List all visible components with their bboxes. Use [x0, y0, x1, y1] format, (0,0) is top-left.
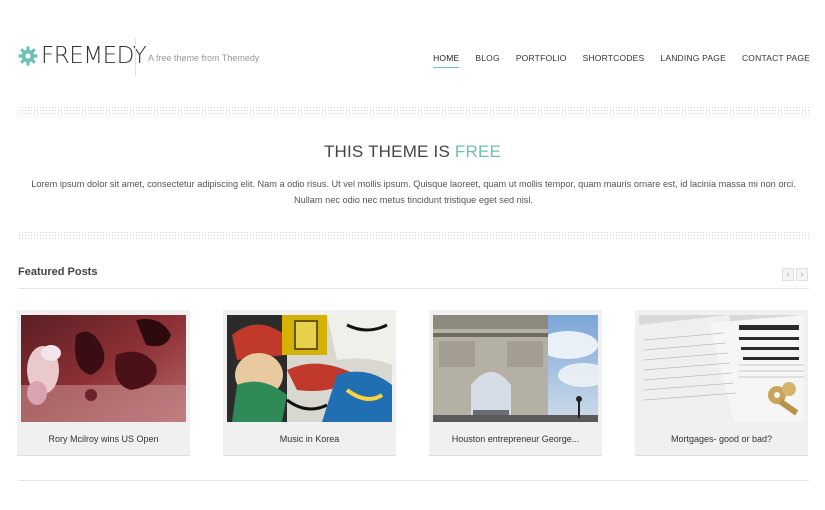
hero-title: THIS THEME IS FREE — [0, 142, 825, 162]
featured-posts-list: Rory Mcilroy wins US Open Music in Korea — [17, 310, 812, 456]
site-header: FREMEDY A free theme from Themedy HOME B… — [18, 38, 810, 78]
post-card[interactable]: Music in Korea — [223, 310, 396, 456]
nav-item-portfolio[interactable]: PORTFOLIO — [516, 53, 567, 68]
hero-text: Lorem ipsum dolor sit amet, consectetur … — [31, 179, 796, 205]
post-card[interactable]: Houston entrepreneur George... — [429, 310, 602, 456]
chevron-right-icon[interactable]: › — [796, 268, 808, 281]
post-thumbnail[interactable] — [227, 315, 392, 422]
hero-title-accent: FREE — [454, 142, 502, 161]
nav-item-landing-page[interactable]: LANDING PAGE — [660, 53, 726, 68]
logo-text: FREMEDY — [41, 43, 147, 69]
post-thumbnail[interactable] — [639, 315, 804, 422]
dotted-divider — [18, 106, 809, 114]
nav-item-blog[interactable]: BLOG — [475, 53, 499, 68]
gear-icon — [18, 46, 38, 66]
post-thumbnail[interactable] — [21, 315, 186, 422]
footer-divider — [18, 480, 809, 481]
nav-item-contact-page[interactable]: CONTACT PAGE — [742, 53, 810, 68]
dotted-divider — [18, 231, 809, 239]
post-title[interactable]: Rory Mcilroy wins US Open — [17, 434, 190, 444]
post-thumbnail[interactable] — [433, 315, 598, 422]
carousel-controls: ‹ › — [782, 268, 808, 281]
featured-heading: Featured Posts — [18, 266, 98, 278]
post-card[interactable]: Mortgages- good or bad? — [635, 310, 808, 456]
nav-item-shortcodes[interactable]: SHORTCODES — [583, 53, 645, 68]
logo[interactable]: FREMEDY — [18, 43, 147, 69]
main-nav: HOME BLOG PORTFOLIO SHORTCODES LANDING P… — [433, 53, 810, 68]
featured-divider — [18, 288, 809, 289]
post-title[interactable]: Mortgages- good or bad? — [635, 434, 808, 444]
post-title[interactable]: Houston entrepreneur George... — [429, 434, 602, 444]
nav-item-home[interactable]: HOME — [433, 53, 460, 68]
post-title[interactable]: Music in Korea — [223, 434, 396, 444]
hero-title-main: THIS THEME IS — [323, 142, 455, 161]
post-card[interactable]: Rory Mcilroy wins US Open — [17, 310, 190, 456]
tagline: A free theme from Themedy — [148, 53, 260, 63]
chevron-left-icon[interactable]: ‹ — [782, 268, 794, 281]
header-divider — [135, 38, 136, 76]
